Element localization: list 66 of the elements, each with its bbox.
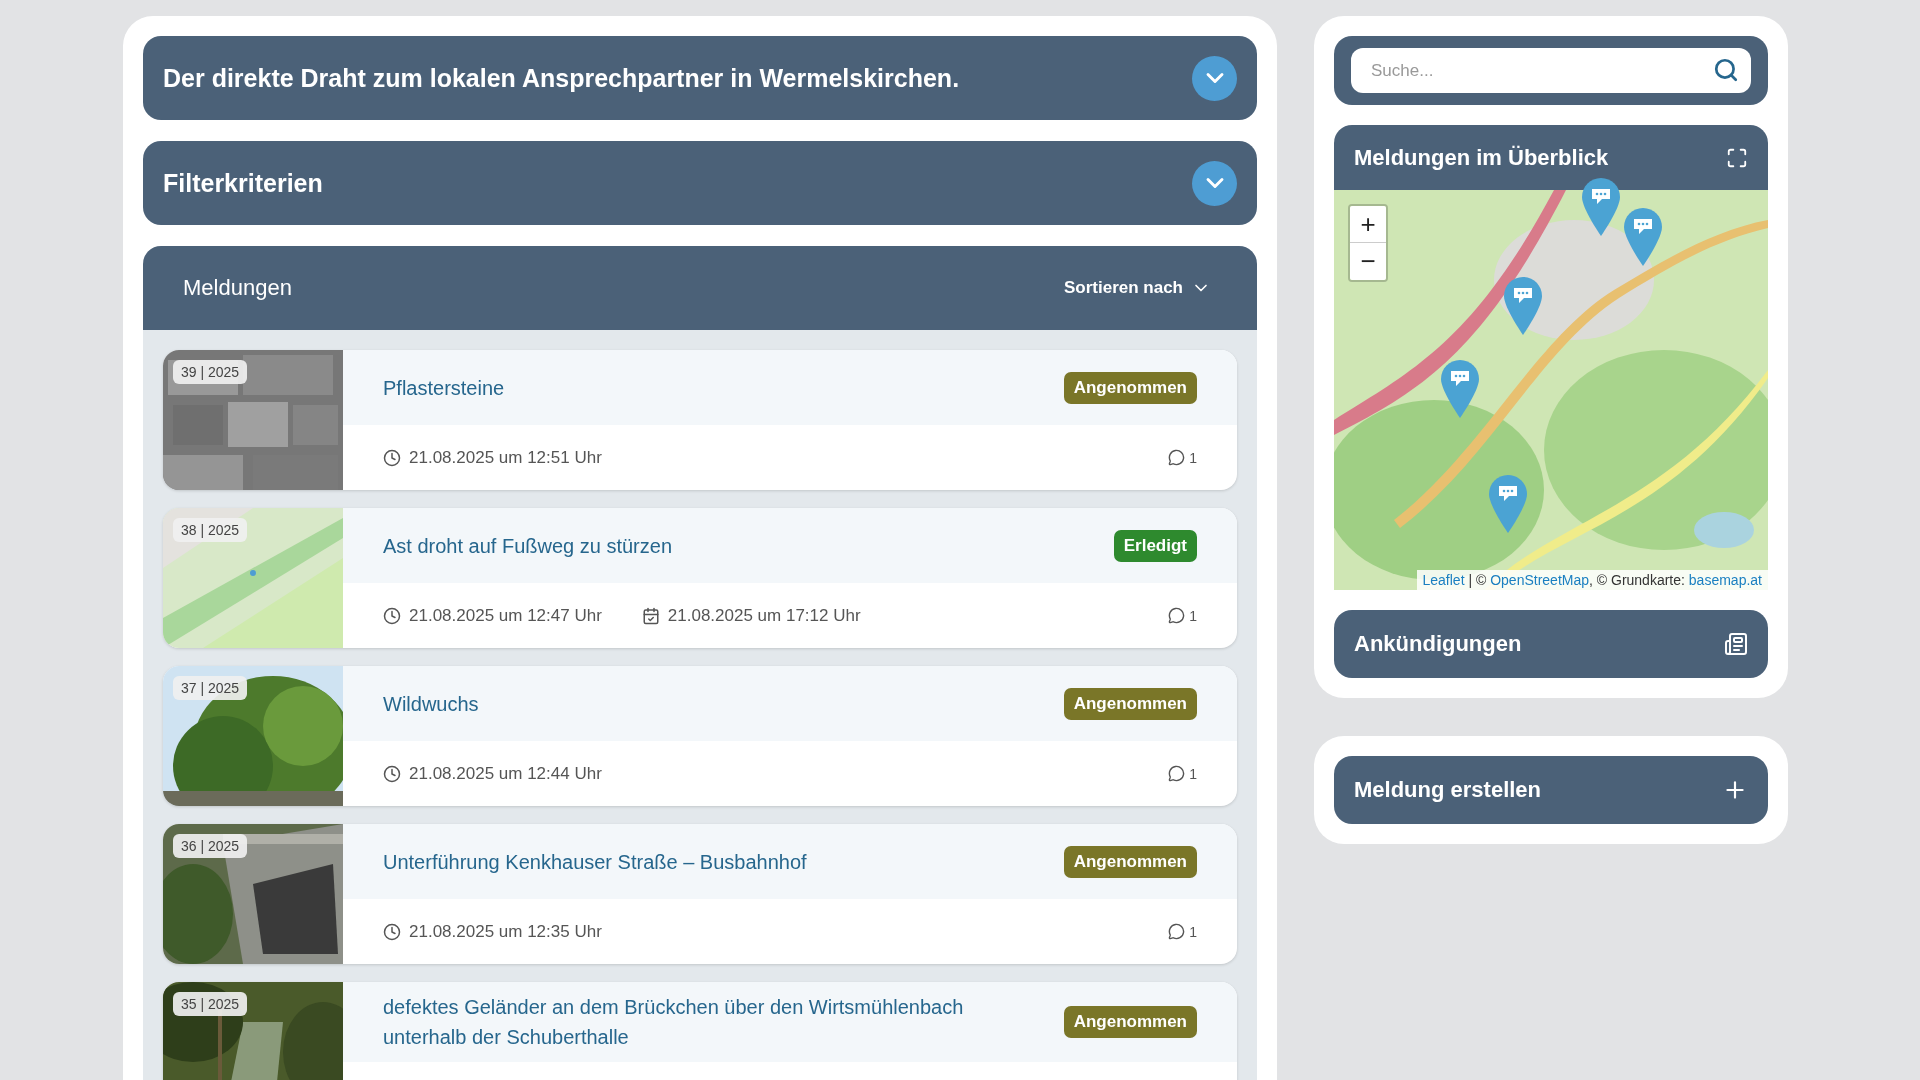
reports-title: Meldungen xyxy=(183,275,292,301)
comment-count: 1 xyxy=(1189,607,1197,624)
create-report-button[interactable]: Meldung erstellen xyxy=(1334,756,1768,824)
clock-icon xyxy=(383,448,401,467)
map-marker-icon[interactable] xyxy=(1504,277,1542,335)
created-date: 21.08.2025 um 12:44 Uhr xyxy=(409,763,602,784)
comment-count: 1 xyxy=(1189,923,1197,940)
search-icon[interactable] xyxy=(1713,57,1739,83)
report-card[interactable]: 36 | 2025 Unterführung Kenkhauser Straße – Busbahnhof Angenommen 21.08.2025 um 12:35 Uhr 1 xyxy=(163,824,1237,964)
comment-count: 1 xyxy=(1189,765,1197,782)
collapsible-header[interactable]: Filterkriterien xyxy=(143,141,1257,225)
clock-icon xyxy=(383,764,401,783)
expand-button[interactable] xyxy=(1192,160,1237,206)
report-number: 35 | 2025 xyxy=(173,992,248,1016)
collapsible-header[interactable]: Der direkte Draht zum lokalen Ansprechpartner in Wermelskirchen. xyxy=(143,36,1257,120)
created-date: 21.08.2025 um 12:51 Uhr xyxy=(409,447,602,468)
report-title[interactable]: Ast droht auf Fußweg zu stürzen xyxy=(383,530,673,561)
report-number: 38 | 2025 xyxy=(173,518,248,542)
attribution-link[interactable]: Leaflet xyxy=(1422,572,1465,588)
calendar-check-icon xyxy=(641,606,660,625)
newspaper-icon xyxy=(1724,632,1748,656)
done-date: 21.08.2025 um 17:12 Uhr xyxy=(667,605,861,626)
status-badge: Erledigt xyxy=(1113,529,1197,562)
report-card[interactable]: 37 | 2025 Wildwuchs Angenommen 21.08.2025 um 12:44 Uhr 1 xyxy=(163,666,1237,806)
report-title[interactable]: defektes Geländer an dem Brückchen über den Wirtsmühlenbach unterhalb der Schuberthalle xyxy=(383,992,1034,1052)
created-date: 21.08.2025 um 12:47 Uhr xyxy=(409,605,602,626)
map-title: Meldungen im Überblick xyxy=(1354,144,1609,171)
comment-icon xyxy=(1168,449,1186,466)
status-badge: Angenommen xyxy=(1063,687,1197,720)
clock-icon xyxy=(383,922,401,941)
search-field[interactable]: Suche... xyxy=(1351,48,1751,93)
report-card[interactable]: 38 | 2025 Ast droht auf Fußweg zu stürzen Erledigt 21.08.2025 um 12:47 Uhr 21.08.2025 um 17:12 Uhr 1 xyxy=(163,508,1237,648)
announcements-bar[interactable]: Ankündigungen xyxy=(1334,610,1768,678)
map-marker-icon[interactable] xyxy=(1582,178,1620,236)
comment-icon xyxy=(1168,607,1186,624)
map-attribution: Leaflet | © OpenStreetMap, © Grundkarte: basemap.at xyxy=(1416,570,1768,590)
sort-button[interactable]: Sortieren nach xyxy=(1057,277,1217,299)
comment-icon xyxy=(1168,923,1186,940)
map-marker-icon[interactable] xyxy=(1489,475,1527,533)
created-date: 21.08.2025 um 12:35 Uhr xyxy=(409,921,602,942)
section-title: Filterkriterien xyxy=(163,168,323,198)
map-marker-icon[interactable] xyxy=(1441,360,1479,418)
status-badge: Angenommen xyxy=(1063,845,1197,878)
status-badge: Angenommen xyxy=(1063,371,1197,404)
clock-icon xyxy=(383,606,401,625)
status-badge: Angenommen xyxy=(1063,1006,1197,1038)
attribution-link[interactable]: basemap.at xyxy=(1688,572,1762,588)
report-number: 39 | 2025 xyxy=(173,360,248,384)
zoom-in-button[interactable]: + xyxy=(1350,206,1386,243)
expand-button[interactable] xyxy=(1192,55,1237,101)
report-card[interactable]: 35 | 2025 defektes Geländer an dem Brückchen über den Wirtsmühlenbach unterhalb der Schuberthalle Angenommen xyxy=(163,982,1237,1080)
comment-count: 1 xyxy=(1189,449,1197,466)
report-card[interactable]: 39 | 2025 Pflastersteine Angenommen 21.08.2025 um 12:51 Uhr 1 xyxy=(163,350,1237,490)
map-marker-icon[interactable] xyxy=(1624,208,1662,266)
fullscreen-icon[interactable] xyxy=(1726,146,1748,169)
report-title[interactable]: Pflastersteine xyxy=(383,372,505,403)
report-title[interactable]: Wildwuchs xyxy=(383,688,479,719)
comment-icon xyxy=(1168,765,1186,782)
report-title[interactable]: Unterführung Kenkhauser Straße – Busbahnhof xyxy=(383,846,807,877)
report-number: 36 | 2025 xyxy=(173,834,248,858)
section-title: Der direkte Draht zum lokalen Ansprechpartner in Wermelskirchen. xyxy=(163,63,960,93)
attribution-link[interactable]: OpenStreetMap xyxy=(1490,572,1589,588)
announcements-title: Ankündigungen xyxy=(1354,631,1522,657)
report-number: 37 | 2025 xyxy=(173,676,248,700)
zoom-out-button[interactable]: − xyxy=(1350,243,1386,280)
create-report-title: Meldung erstellen xyxy=(1354,777,1542,803)
